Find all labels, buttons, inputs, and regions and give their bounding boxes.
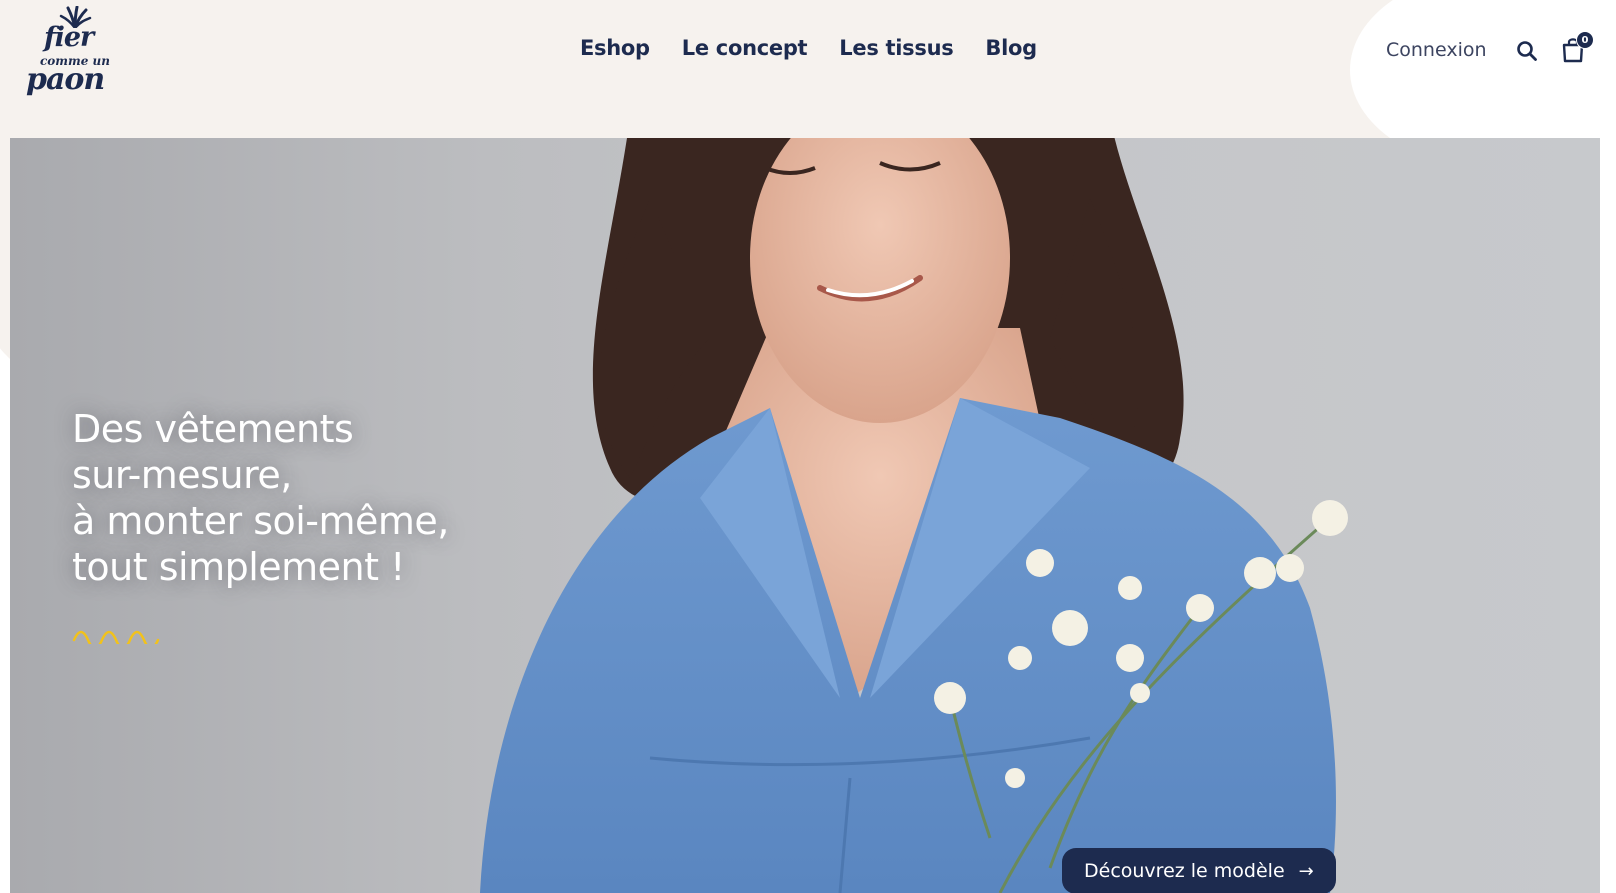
arrow-right-icon: →: [1298, 860, 1314, 882]
discover-model-label: Découvrez le modèle: [1084, 860, 1285, 882]
nav-item-eshop[interactable]: Eshop: [580, 36, 650, 60]
hero-banner: Des vêtements sur-mesure, à monter soi-m…: [10, 138, 1600, 893]
nav-item-blog[interactable]: Blog: [985, 36, 1037, 60]
hero-headline-line: sur-mesure,: [72, 453, 292, 497]
cart-count-badge: 0: [1576, 31, 1594, 49]
site-header: fier comme un paon Eshop Le concept Les …: [0, 0, 1616, 132]
hero-headline-line: à monter soi-même,: [72, 499, 449, 543]
hero-headline-line: Des vêtements: [72, 407, 354, 451]
nav-item-le-concept[interactable]: Le concept: [682, 36, 808, 60]
search-icon[interactable]: [1516, 40, 1538, 62]
squiggle-decoration-icon: [72, 630, 160, 644]
hero-headline-line: tout simplement !: [72, 545, 405, 589]
main-navigation: Eshop Le concept Les tissus Blog: [580, 36, 1037, 60]
hero-headline: Des vêtements sur-mesure, à monter soi-m…: [72, 406, 449, 590]
logo-word-fier: fier: [44, 22, 94, 53]
login-link[interactable]: Connexion: [1386, 39, 1487, 61]
nav-item-les-tissus[interactable]: Les tissus: [839, 36, 953, 60]
brand-logo[interactable]: fier comme un paon: [24, 6, 124, 97]
logo-word-paon: paon: [26, 62, 105, 97]
discover-model-button[interactable]: Découvrez le modèle →: [1062, 848, 1336, 893]
